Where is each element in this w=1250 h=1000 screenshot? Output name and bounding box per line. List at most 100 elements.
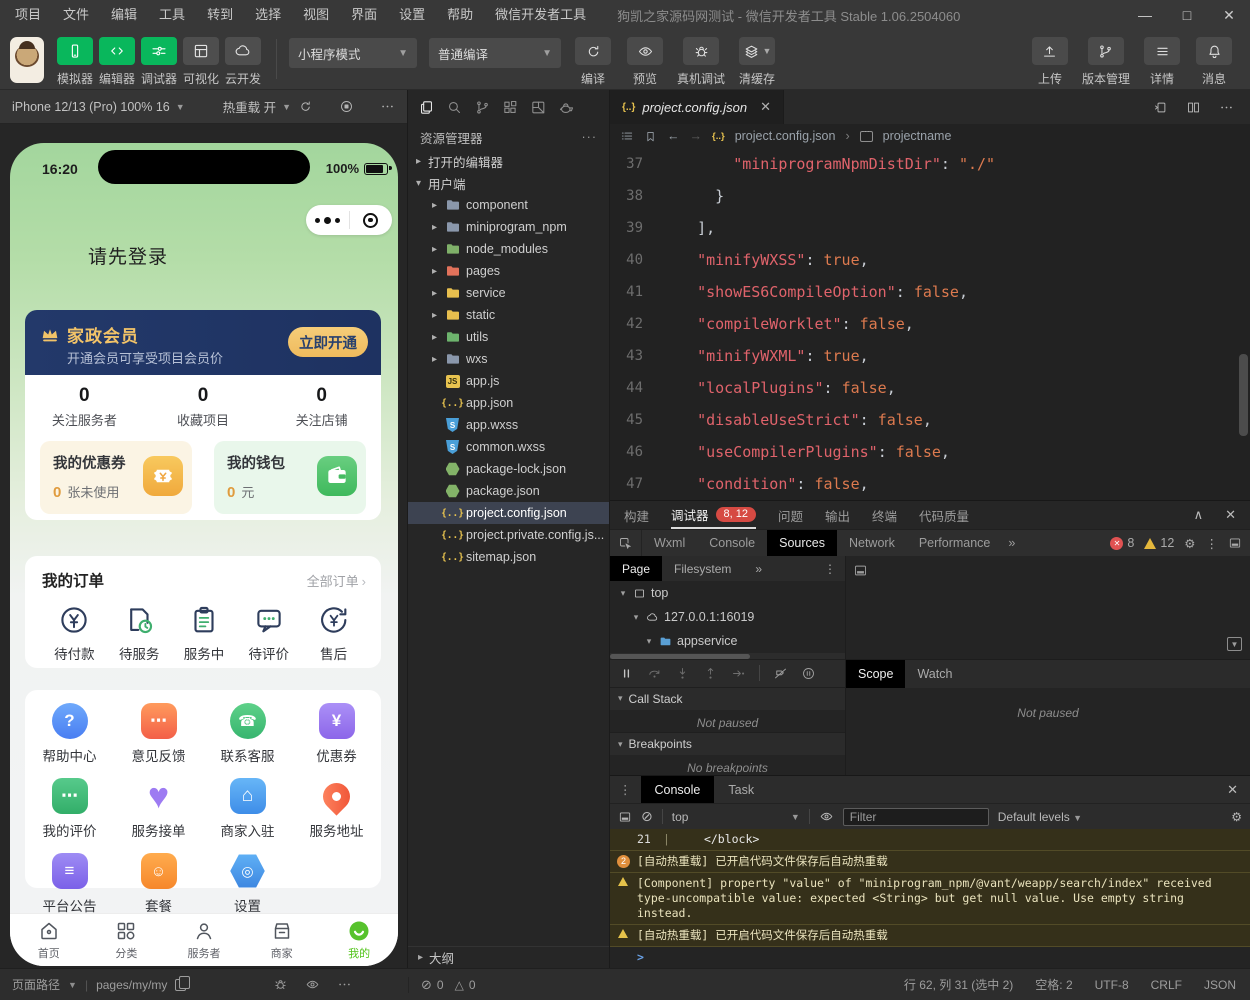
tree-item[interactable]: {..} project.private.config.js... (408, 524, 609, 546)
eol-setting[interactable]: CRLF (1151, 978, 1182, 992)
source-control-icon[interactable] (474, 99, 491, 116)
order-status-待评价[interactable]: 待评价 (236, 603, 301, 663)
devtools-tab-Performance[interactable]: Performance (907, 530, 1003, 556)
devtools-tab-Wxml[interactable]: Wxml (642, 530, 697, 556)
tree-item[interactable]: Scommon.wxss (408, 436, 609, 458)
pause-on-exceptions-icon[interactable] (801, 666, 816, 681)
restart-icon[interactable] (298, 99, 313, 114)
menu-item[interactable]: 转到 (196, 0, 244, 30)
close-panel-icon[interactable]: ✕ (1225, 507, 1236, 523)
dock-icon[interactable] (1228, 536, 1242, 550)
devtools-tab-Sources[interactable]: Sources (767, 530, 837, 556)
tree-item[interactable]: ▸ service (408, 282, 609, 304)
menu-item[interactable]: 项目 (4, 0, 52, 30)
page-path-label[interactable]: 页面路径 (12, 976, 60, 993)
toolbar-云开发[interactable]: 云开发 (222, 37, 264, 87)
editor-scrollbar[interactable] (1239, 354, 1248, 436)
indent-setting[interactable]: 空格: 2 (1035, 976, 1072, 993)
code-line[interactable]: 45 "disableUseStrict": false, (610, 404, 1250, 436)
levels-select[interactable]: Default levels ▼ (998, 810, 1082, 824)
tree-item[interactable]: Sapp.wxss (408, 414, 609, 436)
warning-count[interactable]: 12 (1144, 536, 1174, 550)
code-line[interactable]: 41 "showES6CompileOption": false, (610, 276, 1250, 308)
sources-tree-item[interactable]: ▾ appservice (610, 629, 845, 653)
code-line[interactable]: 47 "condition": false, (610, 468, 1250, 500)
devtools-tab-Network[interactable]: Network (837, 530, 907, 556)
service-优惠券[interactable]: ¥ 优惠券 (292, 703, 381, 765)
window-icon[interactable] (530, 99, 547, 116)
code-editor[interactable]: 37 "miniprogramNpmDistDir": "./" 38 } 39… (610, 148, 1250, 500)
copy-icon[interactable] (175, 976, 190, 991)
user-avatar[interactable] (10, 37, 44, 83)
step-over-icon[interactable] (647, 666, 662, 681)
tree-item[interactable]: ▸ pages (408, 260, 609, 282)
tree-item[interactable]: {..} project.config.json (408, 502, 609, 524)
purse-coupon[interactable]: 我的优惠券 0 张未使用 (40, 441, 192, 514)
encoding[interactable]: UTF-8 (1095, 978, 1129, 992)
order-status-售后[interactable]: 售后 (301, 603, 366, 663)
stat-item[interactable]: 0 关注店铺 (262, 383, 381, 429)
all-orders-link[interactable]: 全部订单 › (307, 571, 366, 590)
more-icon[interactable]: ··· (582, 130, 598, 144)
page-path-value[interactable]: pages/my/my (96, 978, 167, 992)
tree-item[interactable]: JS app.js (408, 370, 609, 392)
pause-icon[interactable] (619, 666, 634, 681)
menu-item[interactable]: 微信开发者工具 (484, 0, 597, 30)
show-navigator-icon[interactable] (853, 562, 868, 578)
code-line[interactable]: 37 "miniprogramNpmDistDir": "./" (610, 148, 1250, 180)
action-编译[interactable]: 编译 (573, 37, 613, 87)
more-icon[interactable] (337, 977, 352, 992)
mode-select[interactable]: 小程序模式 ▼ (289, 38, 417, 68)
tree-item[interactable]: ▸ node_modules (408, 238, 609, 260)
console-prompt[interactable]: > (610, 947, 1250, 968)
minimize-button[interactable]: — (1128, 7, 1162, 24)
eye-icon[interactable] (305, 977, 320, 992)
kebab-menu-icon[interactable]: ⋮ (1206, 536, 1219, 551)
menu-item[interactable]: 设置 (388, 0, 436, 30)
outline-list-icon[interactable] (620, 129, 634, 143)
language-mode[interactable]: JSON (1204, 978, 1236, 992)
action-版本管理[interactable]: 版本管理 (1082, 37, 1130, 87)
devtools-tab-Console[interactable]: Console (697, 530, 767, 556)
more-icon[interactable] (380, 99, 395, 114)
tree-item[interactable]: {..} sitemap.json (408, 546, 609, 568)
tab-page[interactable]: Page (610, 556, 663, 581)
error-count[interactable]: ✕ 8 (1110, 536, 1134, 550)
breakpoints-header[interactable]: ▾ Breakpoints (610, 732, 845, 755)
code-line[interactable]: 39 ], (610, 212, 1250, 244)
settings-gear-icon[interactable]: ⚙ (1231, 810, 1242, 824)
console-source-line[interactable]: 21 | </block> (610, 829, 1250, 851)
action-消息[interactable]: 消息 (1194, 37, 1234, 87)
tree-item[interactable]: package-lock.json (408, 458, 609, 480)
service-我的评价[interactable]: ⋯ 我的评价 (25, 778, 114, 840)
problems-summary[interactable]: ⊘ 0 △ 0 (408, 976, 610, 993)
breadcrumb-file[interactable]: project.config.json (735, 129, 836, 143)
hot-reload-toggle[interactable]: 热重载 开 (223, 97, 276, 116)
tab-商家[interactable]: 商家 (243, 919, 321, 961)
bookmark-icon[interactable] (644, 130, 657, 143)
tree-item[interactable]: ▸ miniprogram_npm (408, 216, 609, 238)
service-意见反馈[interactable]: ⋯ 意见反馈 (114, 703, 203, 765)
open-member-button[interactable]: 立即开通 (288, 327, 368, 357)
tree-item[interactable]: ▸ 打开的编辑器 (408, 150, 609, 172)
more-icon[interactable] (1219, 100, 1234, 115)
menu-item[interactable]: 编辑 (100, 0, 148, 30)
collapse-panel-icon[interactable]: ∧ (1194, 507, 1204, 523)
tree-item[interactable]: ▸ static (408, 304, 609, 326)
show-sidebar-icon[interactable] (618, 810, 632, 824)
purse-wallet[interactable]: 我的钱包 0元 (214, 441, 366, 514)
expand-icon[interactable]: ▼ (1227, 637, 1242, 651)
service-平台公告[interactable]: ≡ 平台公告 (25, 853, 114, 915)
service-联系客服[interactable]: ☎ 联系客服 (203, 703, 292, 765)
action-上传[interactable]: 上传 (1030, 37, 1070, 87)
outline-section[interactable]: ▸ 大纲 (408, 946, 609, 968)
service-服务地址[interactable]: 服务地址 (292, 776, 381, 840)
tree-item[interactable]: ▸ wxs (408, 348, 609, 370)
toolbar-模拟器[interactable]: 模拟器 (54, 37, 96, 87)
cursor-position[interactable]: 行 62, 列 31 (选中 2) (904, 976, 1013, 993)
tab-console[interactable]: Console (640, 776, 715, 803)
panel-tab-构建[interactable]: 构建 (624, 501, 649, 529)
settings-gear-icon[interactable]: ⚙ (1184, 536, 1195, 551)
tab-scope[interactable]: Scope (846, 660, 906, 688)
tab-filesystem[interactable]: Filesystem (662, 556, 743, 581)
